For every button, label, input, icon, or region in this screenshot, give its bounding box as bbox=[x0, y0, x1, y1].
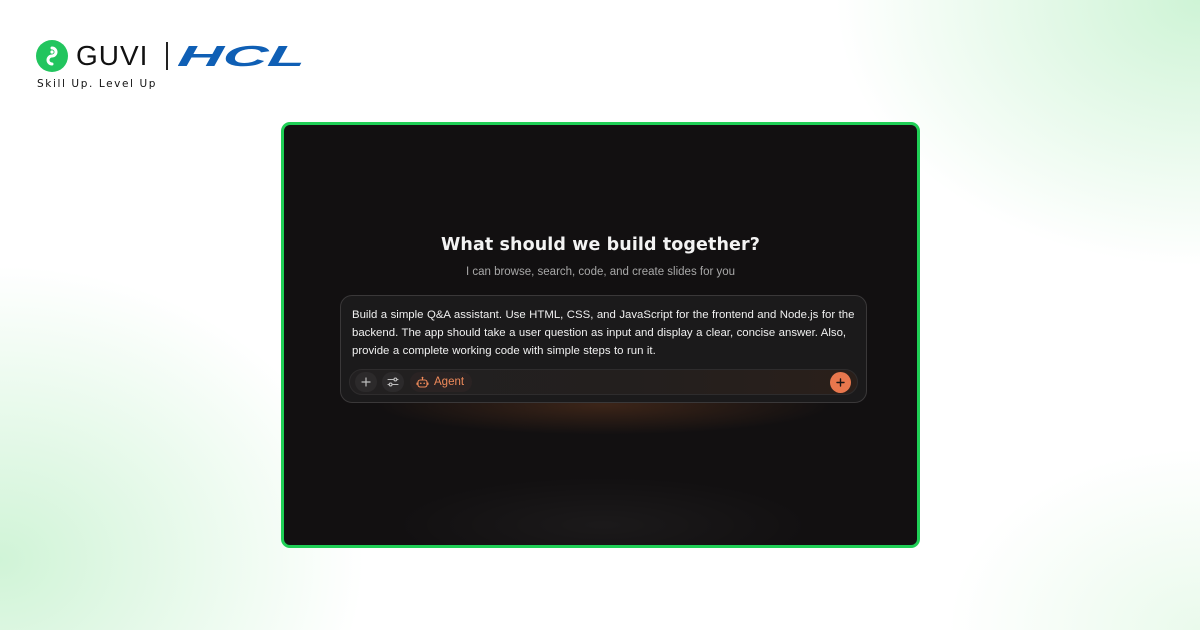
page-subtitle: I can browse, search, code, and create s… bbox=[465, 266, 736, 278]
plus-icon bbox=[361, 377, 371, 387]
prompt-composer[interactable]: Build a simple Q&A assistant. Use HTML, … bbox=[340, 295, 867, 403]
robot-icon bbox=[416, 376, 429, 388]
brand-header: GUVI HCL Skill Up. Level Up bbox=[36, 38, 336, 94]
hcl-wordmark: HCL bbox=[178, 42, 308, 70]
settings-button[interactable] bbox=[382, 372, 404, 392]
guvi-logo-icon bbox=[36, 40, 68, 72]
app-window: What should we build together? I can bro… bbox=[281, 122, 920, 548]
brand-divider bbox=[166, 42, 168, 70]
add-attachment-button[interactable] bbox=[355, 372, 377, 392]
send-button[interactable] bbox=[830, 372, 851, 393]
agent-mode-button[interactable]: Agent bbox=[410, 372, 473, 392]
sliders-icon bbox=[387, 377, 399, 387]
guvi-wordmark: GUVI bbox=[76, 40, 149, 71]
plus-icon bbox=[836, 378, 845, 387]
hcl-logo: HCL bbox=[178, 42, 308, 70]
prompt-input[interactable]: Build a simple Q&A assistant. Use HTML, … bbox=[352, 306, 858, 360]
composer-toolbar: Agent bbox=[349, 369, 858, 395]
agent-label: Agent bbox=[434, 376, 465, 388]
page-title: What should we build together? bbox=[441, 235, 760, 255]
brand-tagline: Skill Up. Level Up bbox=[37, 78, 158, 90]
